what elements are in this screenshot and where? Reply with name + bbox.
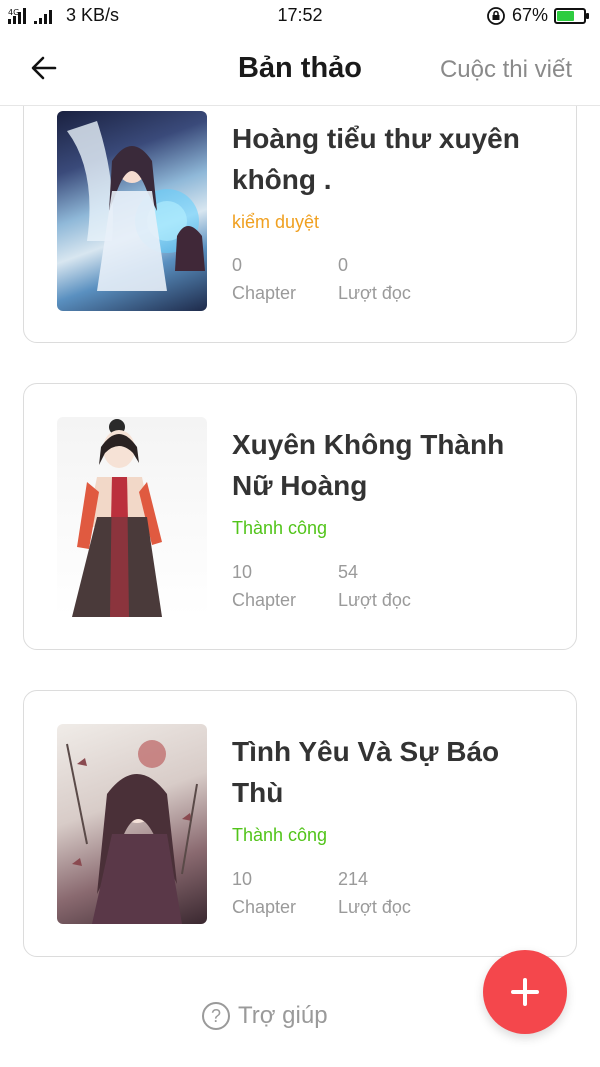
cover-illustration [66, 740, 198, 924]
book-status: Thành công [232, 518, 328, 538]
book-cover [57, 417, 207, 617]
help-link[interactable]: ? Trợ giúp [202, 1002, 328, 1030]
read-count: 54 [338, 562, 359, 582]
battery-percent: 67% [511, 5, 548, 25]
book-card[interactable]: Tình Yêu Và Sự Báo Thù Thành công 10 Cha… [23, 690, 577, 957]
app-bar-overlay: Bản thảo Cuộc thi viết [0, 32, 600, 106]
writing-contest-link[interactable]: Cuộc thi viết [440, 56, 572, 84]
chapter-count: 0 [232, 255, 243, 275]
question-circle-icon: ? [202, 1002, 230, 1030]
book-title: Hoàng tiểu thư xuyên không . [232, 123, 520, 195]
read-count: 214 [338, 869, 369, 889]
help-label: Trợ giúp [238, 1002, 328, 1029]
read-label: Lượt đọc [338, 897, 411, 917]
chapter-label: Chapter [232, 283, 297, 303]
chapter-count: 10 [232, 562, 253, 582]
status-right: 67% [486, 5, 589, 26]
book-title: Xuyên Không Thành Nữ Hoàng [232, 429, 505, 501]
status-bar: 4G 3 KB/s 17:52 67% [0, 0, 600, 32]
book-card[interactable]: Xuyên Không Thành Nữ Hoàng Thành công 10… [23, 383, 577, 650]
read-label: Lượt đọc [338, 590, 411, 610]
plus-icon [511, 978, 539, 1006]
book-status: Thành công [232, 825, 328, 845]
cover-illustration [72, 419, 162, 617]
read-count: 0 [338, 255, 349, 275]
battery-fill [557, 10, 575, 21]
rotation-lock-icon [487, 6, 505, 25]
cover-illustration [67, 121, 205, 291]
chapter-label: Chapter [232, 590, 297, 610]
book-cover [57, 111, 207, 311]
book-status: kiểm duyệt [232, 212, 320, 232]
battery-icon [554, 7, 589, 24]
chapter-count: 10 [232, 869, 253, 889]
book-cover [57, 724, 207, 924]
read-label: Lượt đọc [338, 283, 411, 303]
chapter-label: Chapter [232, 897, 297, 917]
book-card[interactable]: Hoàng tiểu thư xuyên không . kiểm duyệt … [23, 90, 577, 343]
book-title: Tình Yêu Và Sự Báo Thù [232, 736, 500, 808]
add-book-button[interactable] [483, 950, 567, 1034]
